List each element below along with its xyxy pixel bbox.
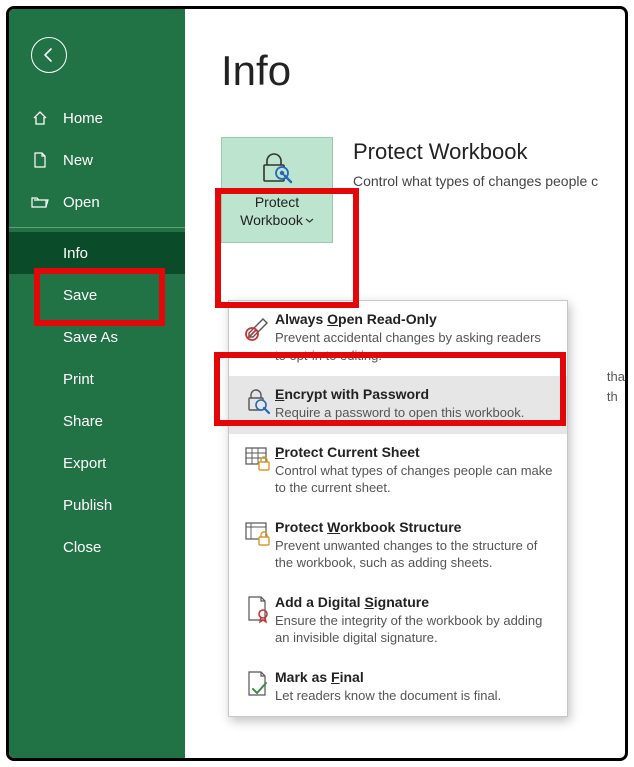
protect-section-text: Protect Workbook Control what types of c… (353, 137, 598, 243)
protect-workbook-menu: Always Open Read-Only Prevent accidental… (228, 300, 568, 717)
chevron-down-icon (305, 216, 314, 225)
blank-icon (31, 412, 49, 430)
blank-icon (31, 496, 49, 514)
sidebar-item-label: Export (63, 455, 106, 472)
sidebar-item-save[interactable]: Save (9, 274, 185, 316)
sidebar-item-label: New (63, 152, 93, 169)
sidebar-item-label: Print (63, 371, 94, 388)
back-button[interactable] (31, 37, 67, 73)
blank-icon (31, 538, 49, 556)
menu-item-desc: Prevent accidental changes by asking rea… (275, 329, 555, 364)
page-title: Info (221, 47, 625, 95)
menu-item-title: Always Open Read-Only (275, 311, 555, 327)
protect-section-sub: Control what types of changes people c (353, 173, 598, 189)
sidebar-item-home[interactable]: Home (9, 97, 185, 139)
workbook-lock-icon (241, 519, 275, 572)
sidebar-item-print[interactable]: Print (9, 358, 185, 400)
side-cropped-text: tha th (607, 367, 625, 406)
sidebar-item-label: Save As (63, 329, 118, 346)
sidebar-item-label: Home (63, 110, 103, 127)
sidebar-item-label: Share (63, 413, 103, 430)
blank-icon (31, 454, 49, 472)
protect-workbook-button[interactable]: Protect Workbook (221, 137, 333, 243)
menu-item-read-only[interactable]: Always Open Read-Only Prevent accidental… (229, 301, 567, 376)
sidebar-item-label: Open (63, 194, 100, 211)
new-file-icon (31, 151, 49, 169)
home-icon (31, 109, 49, 127)
sheet-lock-icon (241, 444, 275, 497)
menu-item-protect-structure[interactable]: Protect Workbook Structure Prevent unwan… (229, 509, 567, 584)
sidebar-item-label: Save (63, 287, 97, 304)
menu-item-desc: Prevent unwanted changes to the structur… (275, 537, 555, 572)
blank-icon (31, 286, 49, 304)
sidebar-item-open[interactable]: Open (9, 181, 185, 223)
sidebar-item-publish[interactable]: Publish (9, 484, 185, 526)
sidebar-item-label: Info (63, 245, 88, 262)
document-check-icon (241, 669, 275, 705)
protect-workbook-label-2: Workbook (240, 212, 314, 230)
sidebar-item-label: Publish (63, 497, 112, 514)
menu-item-desc: Ensure the integrity of the workbook by … (275, 612, 555, 647)
back-arrow-icon (41, 47, 57, 63)
blank-icon (31, 370, 49, 388)
menu-item-mark-final[interactable]: Mark as Final Let readers know the docum… (229, 659, 567, 717)
signature-ribbon-icon (241, 594, 275, 647)
menu-item-title: Protect Current Sheet (275, 444, 555, 460)
backstage-sidebar: Home New Open Info Save Save As (9, 9, 185, 758)
sidebar-item-saveas[interactable]: Save As (9, 316, 185, 358)
sidebar-item-share[interactable]: Share (9, 400, 185, 442)
sidebar-item-export[interactable]: Export (9, 442, 185, 484)
sidebar-item-label: Close (63, 539, 101, 556)
menu-item-digital-signature[interactable]: Add a Digital Signature Ensure the integ… (229, 584, 567, 659)
protect-workbook-section: Protect Workbook Protect Workbook Contro… (221, 137, 625, 243)
menu-item-desc: Let readers know the document is final. (275, 687, 555, 705)
menu-item-desc: Control what types of changes people can… (275, 462, 555, 497)
menu-item-protect-sheet[interactable]: Protect Current Sheet Control what types… (229, 434, 567, 509)
protect-section-header: Protect Workbook (353, 139, 598, 165)
menu-item-title: Encrypt with Password (275, 386, 555, 402)
sidebar-item-close[interactable]: Close (9, 526, 185, 568)
menu-item-desc: Require a password to open this workbook… (275, 404, 555, 422)
open-folder-icon (31, 193, 49, 211)
pencil-forbidden-icon (241, 311, 275, 364)
sidebar-item-new[interactable]: New (9, 139, 185, 181)
sidebar-divider (9, 227, 185, 228)
menu-item-title: Protect Workbook Structure (275, 519, 555, 535)
menu-item-title: Add a Digital Signature (275, 594, 555, 610)
menu-item-title: Mark as Final (275, 669, 555, 685)
menu-item-encrypt-password[interactable]: Encrypt with Password Require a password… (229, 376, 567, 434)
blank-icon (31, 244, 49, 262)
blank-icon (31, 328, 49, 346)
sidebar-item-info[interactable]: Info (9, 232, 185, 274)
protect-workbook-label: Protect (255, 194, 299, 212)
lock-key-icon (258, 151, 296, 188)
lock-key-icon (241, 386, 275, 422)
